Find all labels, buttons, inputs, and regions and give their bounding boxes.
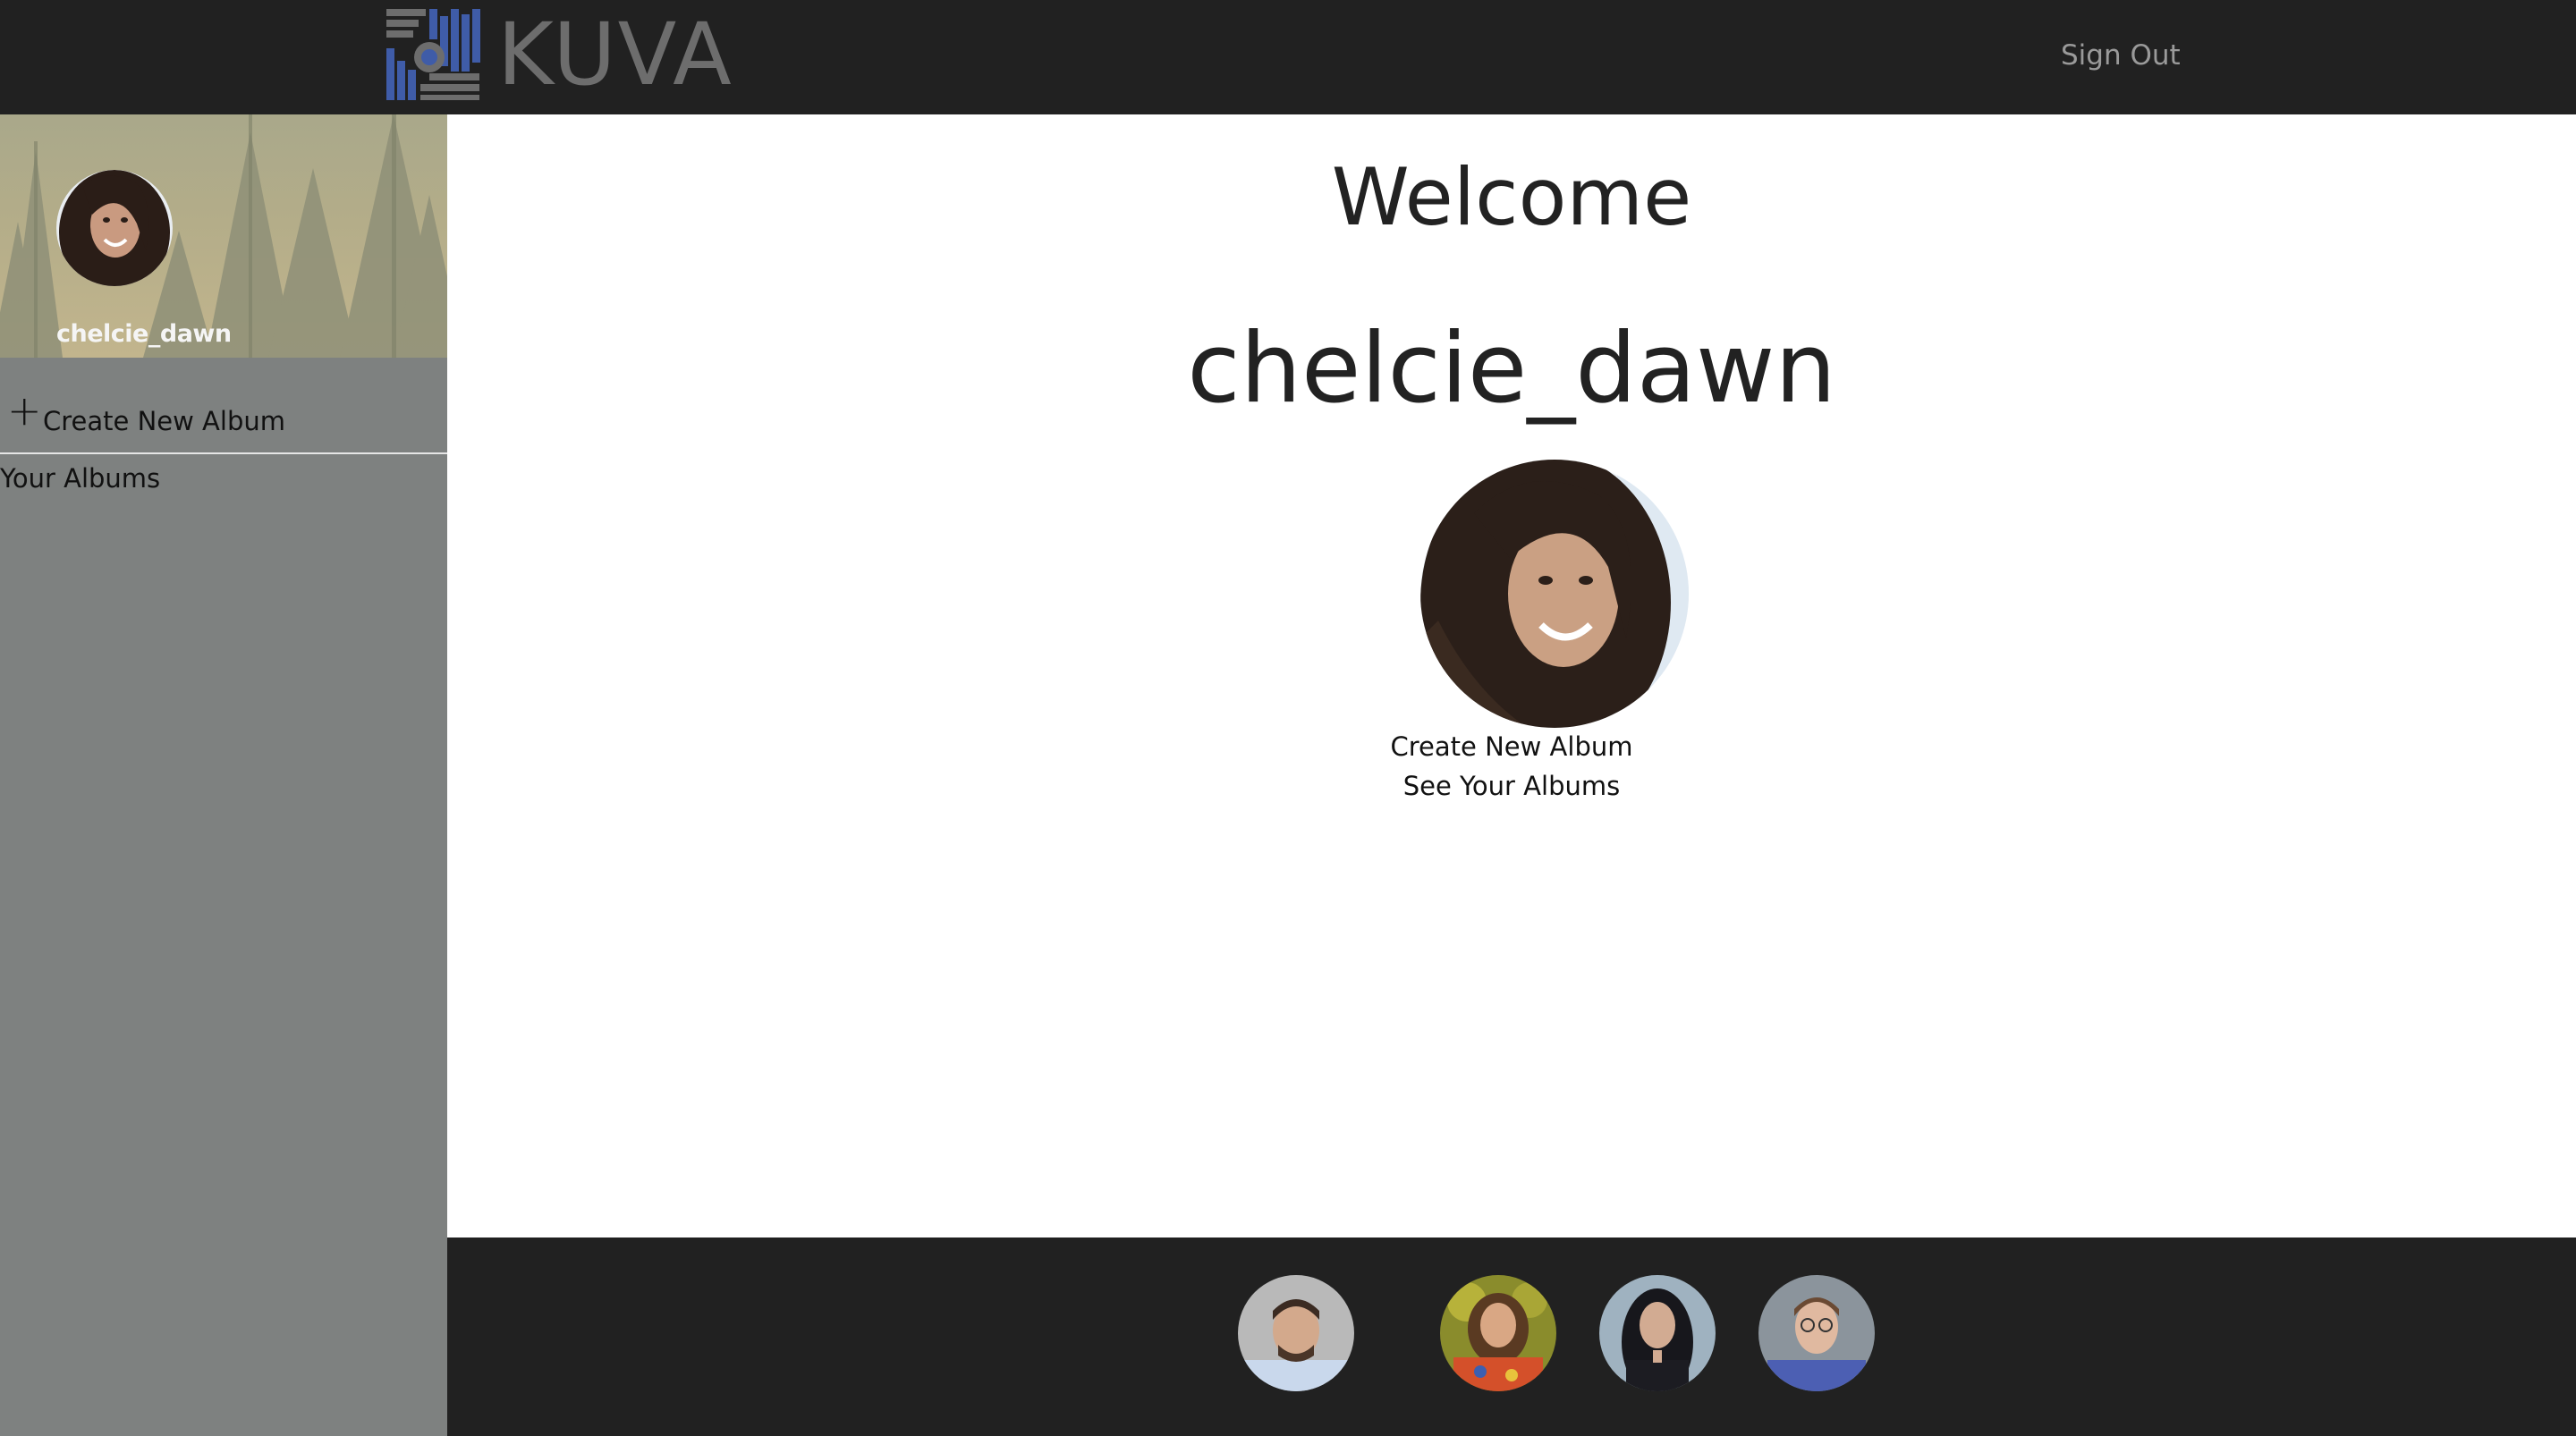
user-avatar-icon: [1758, 1275, 1875, 1391]
sign-out-link[interactable]: Sign Out: [2061, 39, 2181, 72]
main-content: Welcome chelcie_dawn Create New Album Se…: [447, 114, 2576, 1237]
sidebar-your-albums-link[interactable]: Your Albums: [0, 463, 160, 494]
team-member-avatar[interactable]: [1599, 1275, 1716, 1391]
kuva-logo[interactable]: KUVA: [385, 5, 733, 104]
see-your-albums-link[interactable]: See Your Albums: [447, 771, 2576, 801]
profile-banner: chelcie_dawn: [0, 114, 447, 358]
logo-text: KUVA: [497, 4, 733, 105]
user-avatar-icon: [56, 170, 173, 286]
sidebar-username: chelcie_dawn: [56, 320, 232, 348]
footer-team-bar: [447, 1237, 2576, 1436]
top-nav-bar: KUVA Sign Out: [0, 0, 2576, 114]
team-member-avatar[interactable]: [1238, 1275, 1354, 1391]
welcome-heading: Welcome: [1331, 151, 1692, 243]
user-avatar-icon: [1599, 1275, 1716, 1391]
create-new-album-link[interactable]: Create New Album: [447, 731, 2576, 762]
user-avatar-icon: [1440, 1275, 1556, 1391]
plus-icon: +: [7, 386, 42, 435]
sidebar-create-new-album-button[interactable]: + Create New Album: [0, 383, 447, 454]
sidebar-create-new-album-label: Create New Album: [43, 406, 285, 436]
main-username-heading: chelcie_dawn: [1187, 313, 1836, 425]
main-profile-avatar[interactable]: [1420, 460, 1689, 728]
user-avatar-icon: [1420, 460, 1689, 728]
sidebar-avatar[interactable]: [56, 170, 173, 286]
team-member-avatar[interactable]: [1758, 1275, 1875, 1391]
sidebar: chelcie_dawn + Create New Album Your Alb…: [0, 114, 447, 1436]
team-member-avatar[interactable]: [1440, 1275, 1556, 1391]
user-avatar-icon: [1238, 1275, 1354, 1391]
kuva-logo-icon: [386, 9, 480, 100]
